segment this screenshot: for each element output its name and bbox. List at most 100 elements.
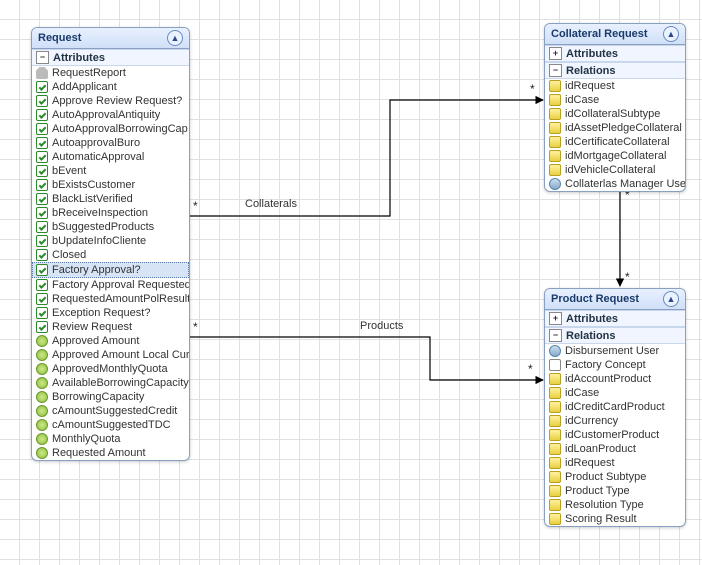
list-item[interactable]: idCertificateCollateral [545, 135, 685, 149]
collapse-toggle[interactable]: − [36, 51, 49, 64]
list-item[interactable]: Review Request [32, 320, 189, 334]
list-item[interactable]: MonthlyQuota [32, 432, 189, 446]
list-item[interactable]: Closed [32, 248, 189, 262]
item-label: Factory Approval Requested? [52, 278, 189, 292]
item-label: idAssetPledgeCollateral [565, 121, 682, 135]
list-item[interactable]: bReceiveInspection [32, 206, 189, 220]
section-relations[interactable]: − Relations [545, 62, 685, 79]
collapse-toggle[interactable]: − [549, 329, 562, 342]
cur-icon [36, 377, 48, 389]
entity-collateral-request[interactable]: Collateral Request ▲ + Attributes − Rela… [544, 23, 686, 192]
item-label: Collaterlas Manager User [565, 177, 685, 191]
list-item[interactable]: RequestedAmountPolResult [32, 292, 189, 306]
item-label: RequestReport [52, 66, 126, 80]
list-item[interactable]: Approved Amount [32, 334, 189, 348]
list-item[interactable]: AutoApprovalBorrowingCap [32, 122, 189, 136]
list-item[interactable]: bUpdateInfoCliente [32, 234, 189, 248]
rel-icon [549, 499, 561, 511]
list-item[interactable]: bSuggestedProducts [32, 220, 189, 234]
list-item[interactable]: BorrowingCapacity [32, 390, 189, 404]
list-item[interactable]: AutoApprovalAntiquity [32, 108, 189, 122]
chk-icon [36, 264, 48, 276]
entity-header[interactable]: Collateral Request ▲ [545, 24, 685, 45]
collapse-icon[interactable]: ▲ [663, 291, 679, 307]
list-item[interactable]: Product Type [545, 484, 685, 498]
list-item[interactable]: RequestReport [32, 66, 189, 80]
list-item[interactable]: Scoring Result [545, 512, 685, 526]
section-attributes[interactable]: + Attributes [545, 45, 685, 62]
list-item[interactable]: AutomaticApproval [32, 150, 189, 164]
list-item[interactable]: Requested Amount [32, 446, 189, 460]
collapse-icon[interactable]: ▲ [663, 26, 679, 42]
list-item[interactable]: ApprovedMonthlyQuota [32, 362, 189, 376]
item-label: AvailableBorrowingCapacity [52, 376, 189, 390]
list-item[interactable]: Approved Amount Local Curren [32, 348, 189, 362]
item-label: bUpdateInfoCliente [52, 234, 146, 248]
relation-list: idRequestidCaseidCollateralSubtypeidAsse… [545, 79, 685, 191]
expand-toggle[interactable]: + [549, 312, 562, 325]
list-item[interactable]: Product Subtype [545, 470, 685, 484]
section-relations[interactable]: − Relations [545, 327, 685, 344]
rel-icon [549, 387, 561, 399]
list-item[interactable]: Exception Request? [32, 306, 189, 320]
rel-icon [549, 122, 561, 134]
item-label: idCase [565, 93, 599, 107]
rel-icon [549, 485, 561, 497]
list-item[interactable]: Factory Concept [545, 358, 685, 372]
list-item[interactable]: idCase [545, 386, 685, 400]
edge-label-products: Products [360, 320, 403, 332]
relation-list: Disbursement UserFactory ConceptidAccoun… [545, 344, 685, 526]
cur-icon [36, 405, 48, 417]
list-item[interactable]: AvailableBorrowingCapacity [32, 376, 189, 390]
item-label: Scoring Result [565, 512, 637, 526]
list-item[interactable]: cAmountSuggestedTDC [32, 418, 189, 432]
entity-header[interactable]: Request ▲ [32, 28, 189, 49]
section-attributes[interactable]: + Attributes [545, 310, 685, 327]
list-item[interactable]: Factory Approval? [32, 262, 189, 278]
item-label: idAccountProduct [565, 372, 651, 386]
chk-icon [36, 293, 48, 305]
item-label: BlackListVerified [52, 192, 133, 206]
list-item[interactable]: bEvent [32, 164, 189, 178]
list-item[interactable]: idCase [545, 93, 685, 107]
item-label: RequestedAmountPolResult [52, 292, 189, 306]
entity-product-request[interactable]: Product Request ▲ + Attributes − Relatio… [544, 288, 686, 527]
list-item[interactable]: Disbursement User [545, 344, 685, 358]
diagram-canvas[interactable]: { "entities": { "request": { "title": "R… [0, 0, 702, 565]
list-item[interactable]: Resolution Type [545, 498, 685, 512]
item-label: Requested Amount [52, 446, 146, 460]
list-item[interactable]: idAccountProduct [545, 372, 685, 386]
list-item[interactable]: cAmountSuggestedCredit [32, 404, 189, 418]
expand-toggle[interactable]: + [549, 47, 562, 60]
cur-icon [36, 349, 48, 361]
list-item[interactable]: idAssetPledgeCollateral [545, 121, 685, 135]
rel-icon [549, 429, 561, 441]
collapse-icon[interactable]: ▲ [167, 30, 183, 46]
list-item[interactable]: Factory Approval Requested? [32, 278, 189, 292]
list-item[interactable]: idVehicleCollateral [545, 163, 685, 177]
list-item[interactable]: idRequest [545, 456, 685, 470]
list-item[interactable]: idCollateralSubtype [545, 107, 685, 121]
list-item[interactable]: AddApplicant [32, 80, 189, 94]
item-label: idCreditCardProduct [565, 400, 665, 414]
list-item[interactable]: idLoanProduct [545, 442, 685, 456]
list-item[interactable]: idCustomerProduct [545, 428, 685, 442]
list-item[interactable]: idRequest [545, 79, 685, 93]
list-item[interactable]: idCurrency [545, 414, 685, 428]
section-attributes[interactable]: − Attributes [32, 49, 189, 66]
cur-icon [36, 419, 48, 431]
entity-request[interactable]: Request ▲ − Attributes RequestReportAddA… [31, 27, 190, 461]
list-item[interactable]: idCreditCardProduct [545, 400, 685, 414]
list-item[interactable]: Approve Review Request? [32, 94, 189, 108]
item-label: idRequest [565, 79, 615, 93]
list-item[interactable]: idMortgageCollateral [545, 149, 685, 163]
rel-icon [549, 373, 561, 385]
list-item[interactable]: bExistsCustomer [32, 178, 189, 192]
entity-header[interactable]: Product Request ▲ [545, 289, 685, 310]
item-label: AutoapprovalBuro [52, 136, 140, 150]
cur-icon [36, 335, 48, 347]
list-item[interactable]: Collaterlas Manager User [545, 177, 685, 191]
collapse-toggle[interactable]: − [549, 64, 562, 77]
list-item[interactable]: AutoapprovalBuro [32, 136, 189, 150]
list-item[interactable]: BlackListVerified [32, 192, 189, 206]
